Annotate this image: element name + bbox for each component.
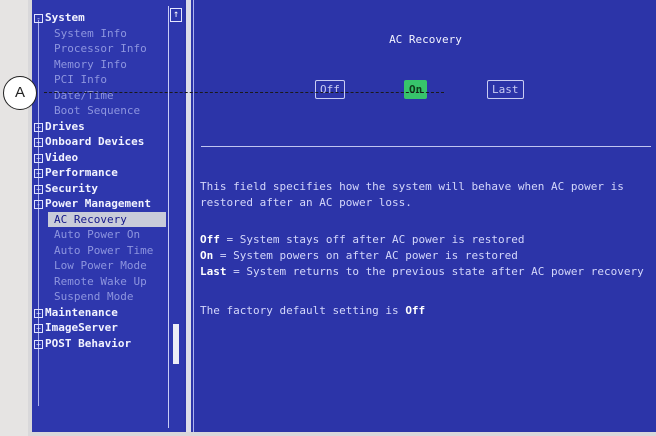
tree-group-onboard-devices[interactable]: + Onboard Devices	[34, 134, 182, 150]
setup-tree-pane: - System System Info Processor Info Memory I…	[32, 0, 184, 432]
tree-group-label: Maintenance	[45, 305, 118, 319]
scroll-up-arrow-icon[interactable]: ↑	[170, 8, 182, 22]
tree-item-auto-power-on[interactable]: Auto Power On	[34, 227, 182, 243]
callout-leader-line	[44, 92, 444, 93]
setting-title: AC Recovery	[389, 33, 462, 46]
tree-group-system[interactable]: - System	[34, 10, 182, 26]
tree-item-date-time[interactable]: Date/Time	[34, 88, 182, 104]
tree-group-security[interactable]: + Security	[34, 181, 182, 197]
tree-item-processor-info[interactable]: Processor Info	[34, 41, 182, 57]
expand-icon[interactable]: +	[34, 324, 43, 333]
legend-off: Off = System stays off after AC power is…	[200, 233, 525, 246]
tree-item-pci-info[interactable]: PCI Info	[34, 72, 182, 88]
tree-item-system-info[interactable]: System Info	[34, 26, 182, 42]
option-on[interactable]: On	[404, 80, 428, 99]
scroll-thumb[interactable]	[173, 324, 179, 364]
legend-last-key: Last	[200, 265, 227, 278]
legend-on-key: On	[200, 249, 214, 262]
tree-group-maintenance[interactable]: + Maintenance	[34, 305, 182, 321]
expand-icon[interactable]: +	[34, 153, 43, 163]
tree-group-label: Video	[45, 150, 79, 164]
expand-icon[interactable]: +	[34, 339, 43, 349]
callout-a: A	[3, 76, 37, 110]
tree-item-memory-info[interactable]: Memory Info	[34, 57, 182, 73]
tree-group-label: Onboard Devices	[45, 135, 145, 148]
tree-group-imageserver[interactable]: + ImageServer	[34, 320, 182, 336]
expand-icon[interactable]: +	[34, 169, 43, 178]
tree-group-power-management[interactable]: - Power Management	[34, 196, 182, 212]
option-off[interactable]: Off	[315, 80, 345, 99]
tree-group-label: Security	[45, 181, 98, 195]
collapse-icon[interactable]: -	[34, 200, 43, 209]
tree-item-auto-power-time[interactable]: Auto Power Time	[34, 243, 182, 259]
expand-icon[interactable]: +	[34, 184, 43, 194]
tree-scrollbar[interactable]: ↑	[168, 6, 183, 428]
tree-group-drives[interactable]: + Drives	[34, 119, 182, 135]
expand-icon[interactable]: +	[34, 122, 43, 132]
factory-default-value: Off	[405, 304, 426, 317]
legend-on-text: = System powers on after AC power is res…	[213, 249, 518, 262]
tree-group-label: POST Behavior	[45, 336, 132, 350]
factory-default-prefix: The factory default setting is	[200, 304, 406, 317]
collapse-icon[interactable]: -	[34, 14, 43, 23]
tree-item-ac-recovery[interactable]: AC Recovery	[48, 211, 166, 227]
tree-group-label: System	[45, 11, 85, 24]
tree-item-low-power-mode[interactable]: Low Power Mode	[34, 258, 182, 274]
expand-icon[interactable]: +	[34, 138, 43, 147]
tree-group-post-behavior[interactable]: + POST Behavior	[34, 336, 182, 352]
expand-icon[interactable]: +	[34, 308, 43, 318]
tree-group-label: Performance	[45, 166, 118, 179]
tree-group-video[interactable]: + Video	[34, 150, 182, 166]
tree-group-performance[interactable]: + Performance	[34, 165, 182, 181]
legend-off-text: = System stays off after AC power is res…	[219, 233, 525, 246]
legend-last: Last = System returns to the previous st…	[200, 265, 644, 278]
tree-group-label: Power Management	[45, 197, 151, 210]
description-line-2: restored after an AC power loss.	[200, 196, 412, 209]
option-last[interactable]: Last	[487, 80, 524, 99]
factory-default: The factory default setting is Off	[200, 304, 425, 317]
legend-off-key: Off	[200, 233, 220, 246]
legend-on: On = System powers on after AC power is …	[200, 249, 518, 262]
pane-divider-line	[193, 0, 194, 432]
tree-group-label: ImageServer	[45, 321, 118, 334]
tree-group-label: Drives	[45, 119, 85, 133]
pane-divider	[186, 0, 191, 432]
description-line-1: This field specifies how the system will…	[200, 180, 624, 193]
separator	[201, 146, 651, 147]
tree-item-remote-wake-up[interactable]: Remote Wake Up	[34, 274, 182, 290]
tree-item-boot-sequence[interactable]: Boot Sequence	[34, 103, 182, 119]
setting-detail-pane: AC Recovery Off On Last This field speci…	[195, 0, 656, 432]
tree-item-suspend-mode[interactable]: Suspend Mode	[34, 289, 182, 305]
legend-last-text: = System returns to the previous state a…	[226, 265, 644, 278]
bios-screen: - System System Info Processor Info Memory I…	[32, 0, 656, 432]
setup-tree: - System System Info Processor Info Memory I…	[34, 10, 182, 351]
